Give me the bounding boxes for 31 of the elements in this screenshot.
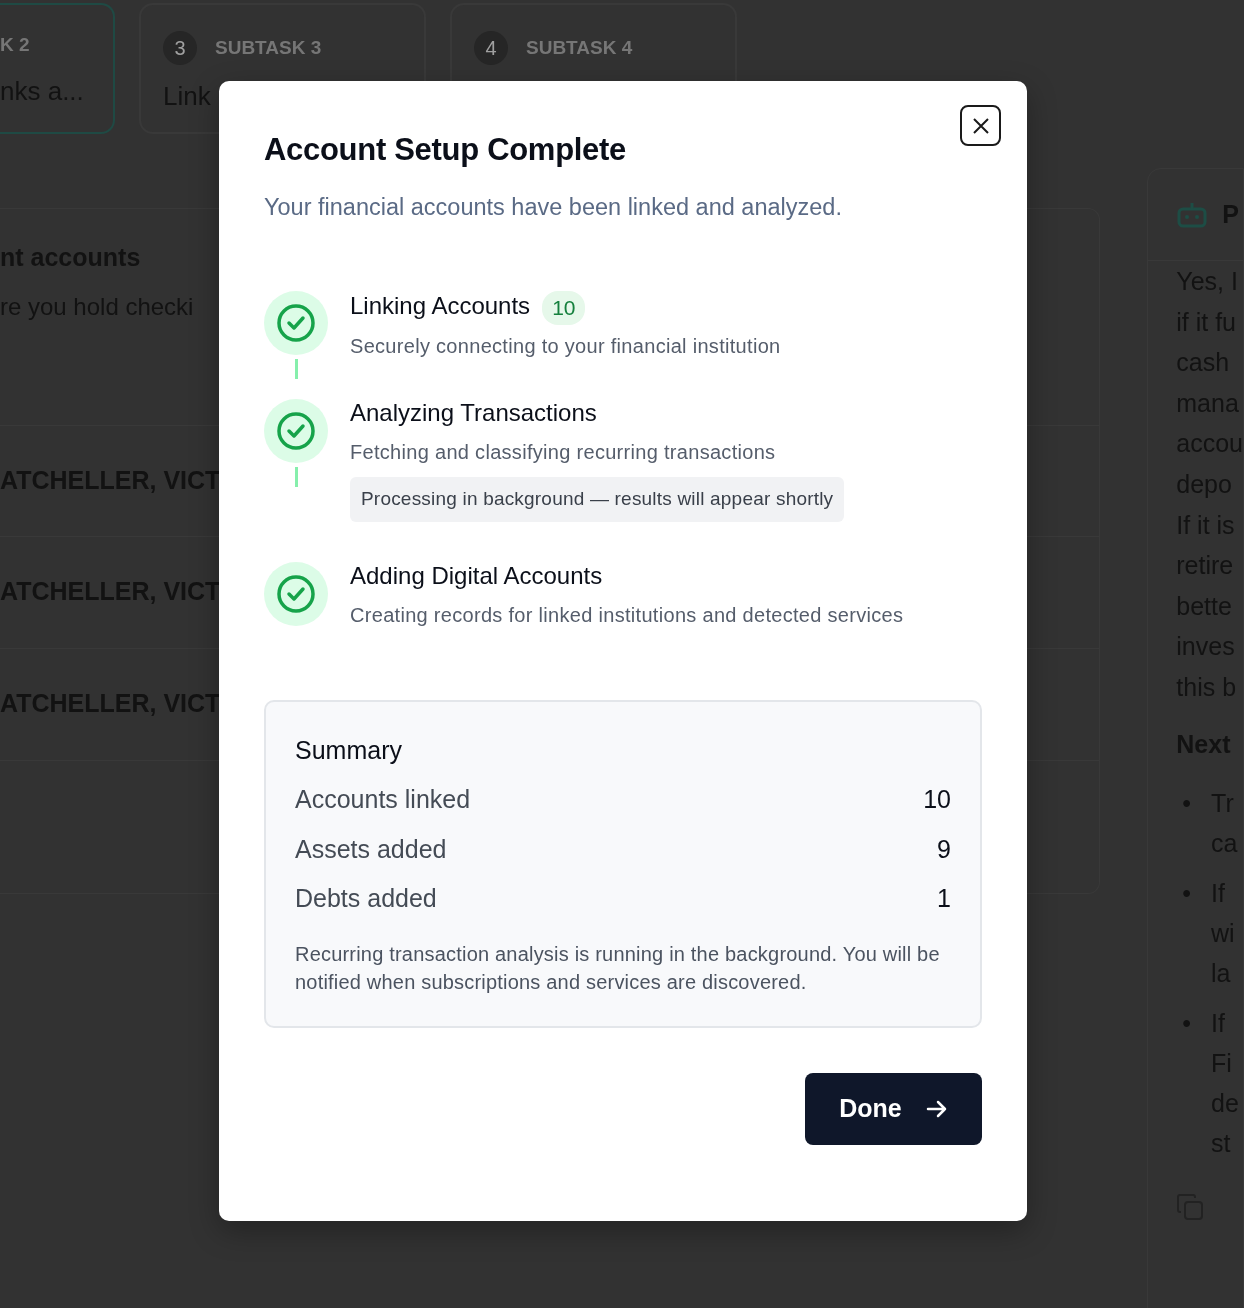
robot-icon	[1176, 200, 1209, 229]
step-title: Analyzing Transactions	[350, 398, 597, 429]
step-title: Adding Digital Accounts	[350, 560, 603, 591]
step-number: 4	[474, 31, 508, 65]
step-description: Securely connecting to your financial institution	[350, 333, 781, 359]
subtask-label: K 2	[0, 33, 30, 57]
close-button[interactable]	[960, 105, 1001, 146]
modal-title: Account Setup Complete	[264, 131, 627, 169]
bullet-marker: •	[1182, 1008, 1192, 1040]
summary-label: Accounts linked	[295, 784, 471, 816]
summary-value: 1	[937, 883, 951, 915]
subtask-label: SUBTASK 4	[526, 35, 633, 60]
bullet-marker: •	[1182, 788, 1192, 820]
summary-value: 10	[923, 784, 951, 816]
close-icon	[970, 115, 991, 136]
done-button[interactable]: Done	[805, 1072, 982, 1145]
arrow-right-icon	[925, 1098, 948, 1119]
subtask-label: SUBTASK 3	[215, 35, 322, 60]
bullet-marker: •	[1182, 878, 1192, 910]
step-number: 3	[163, 31, 197, 65]
summary-value: 9	[937, 833, 951, 865]
step-description: Fetching and classifying recurring transactions	[350, 440, 777, 466]
step-title: Linking Accounts	[350, 291, 531, 322]
processing-note: Processing in background — results will appear shortly	[350, 477, 845, 522]
count-badge: 10	[542, 291, 586, 325]
summary-title: Summary	[295, 734, 403, 766]
summary-label: Debts added	[295, 883, 437, 915]
step-description: Creating records for linked institutions and detected services	[350, 602, 904, 628]
modal-subtitle: Your financial accounts have been linked and analyzed.	[264, 193, 843, 223]
summary-note: Recurring transaction analysis is running in the background. You will be notified when subscriptions and services are discovered.	[295, 941, 941, 995]
summary-label: Assets added	[295, 833, 447, 865]
